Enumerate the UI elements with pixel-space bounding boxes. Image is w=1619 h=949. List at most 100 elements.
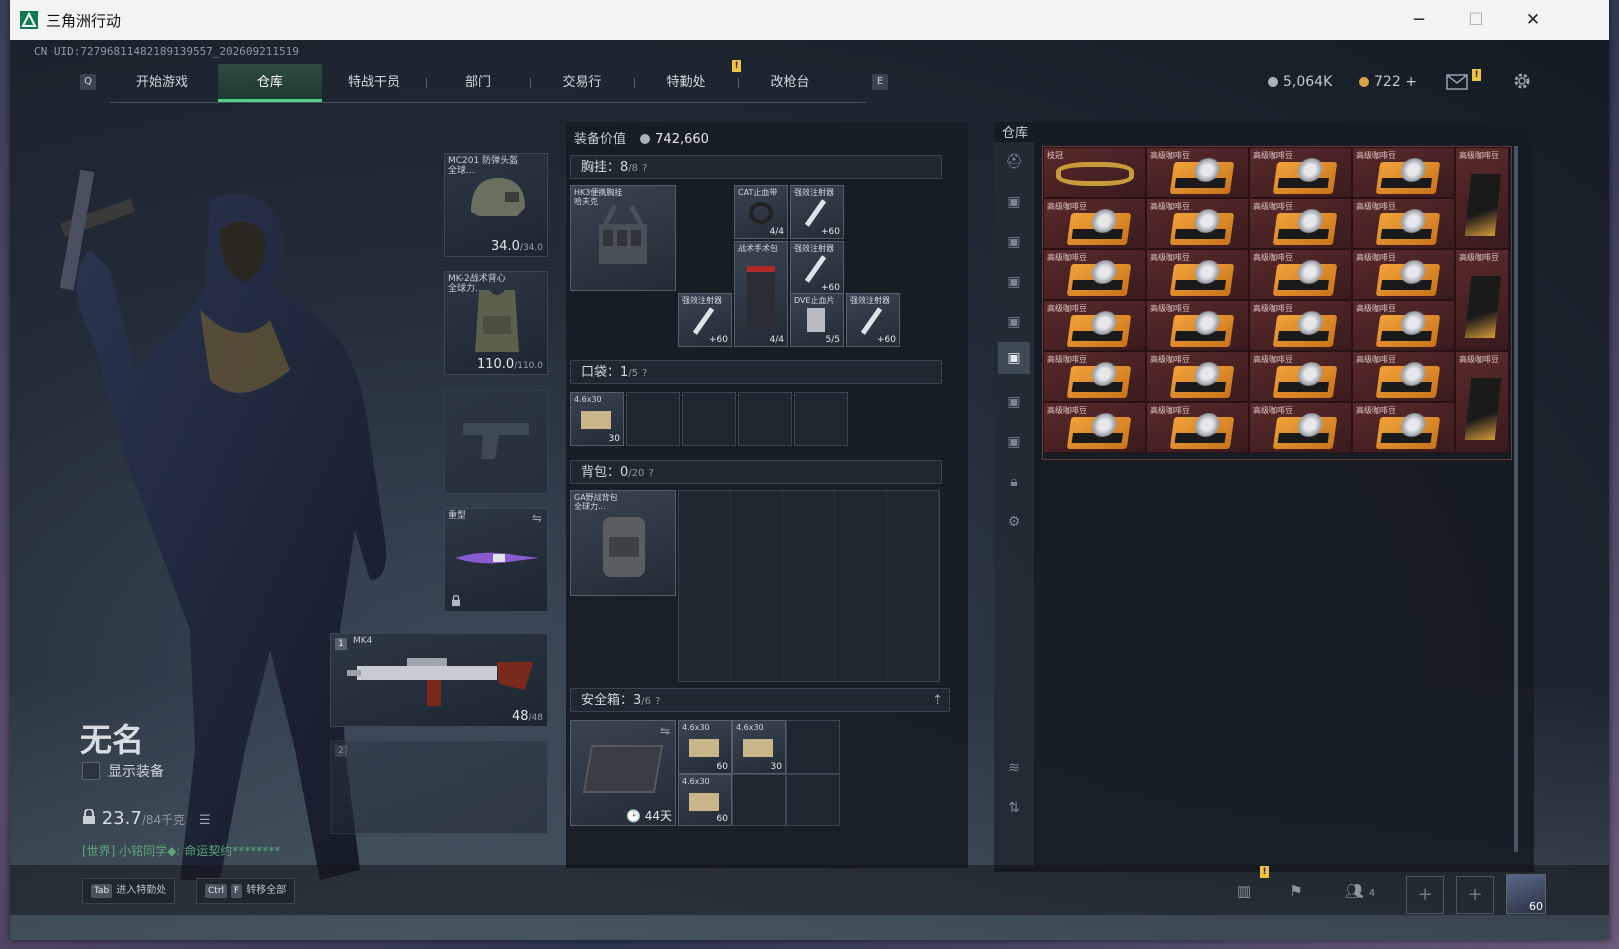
pocket-cell[interactable] xyxy=(626,392,680,446)
stash-item[interactable]: 高级咖啡豆 xyxy=(1146,300,1249,351)
settings-gear-icon[interactable] xyxy=(1512,71,1532,91)
stash-item[interactable]: 枝冠 xyxy=(1043,147,1146,198)
stash-item[interactable]: 高级咖啡豆 xyxy=(1146,249,1249,300)
tourniquet-item[interactable]: CAT止血带 4/4 xyxy=(734,185,788,239)
injector-item[interactable]: 强效注射器 +60 xyxy=(846,293,900,347)
injector-item[interactable]: 强效注射器 +60 xyxy=(790,185,844,239)
stash-item[interactable]: 高级咖啡豆 xyxy=(1352,198,1455,249)
stash-item[interactable]: 高级咖啡豆 xyxy=(1249,249,1352,300)
nav-prev-key[interactable]: Q xyxy=(80,74,96,90)
pocket-cell[interactable] xyxy=(794,392,848,446)
mail-icon[interactable] xyxy=(1446,74,1468,90)
ammo-item[interactable]: 4.6x30 30 xyxy=(570,392,624,446)
help-icon[interactable]: ? xyxy=(642,163,647,174)
hemostatic-item[interactable]: DVE止血片 5/5 xyxy=(790,293,844,347)
stash-item[interactable]: 高级咖啡豆 xyxy=(1455,147,1509,249)
ammo-item[interactable]: 4.6x30 30 xyxy=(732,720,786,774)
backpack-grid[interactable] xyxy=(678,490,940,682)
safebox-cell[interactable] xyxy=(786,774,840,826)
stash-item[interactable]: 高级咖啡豆 xyxy=(1352,300,1455,351)
sort-icon[interactable]: ⇅ xyxy=(1004,798,1024,818)
stash-item[interactable]: 高级咖啡豆 xyxy=(1352,402,1455,453)
gear-icon[interactable]: ⚙ xyxy=(1004,512,1024,532)
party-slot-add[interactable]: + xyxy=(1406,876,1444,914)
safebox-cell[interactable] xyxy=(786,720,840,774)
tab-gunsmith[interactable]: 改枪台 xyxy=(738,64,842,102)
pistol-slot[interactable] xyxy=(444,390,548,494)
stash-item[interactable]: 高级咖啡豆 xyxy=(1043,198,1146,249)
ammo-item[interactable]: 4.6x30 60 xyxy=(678,774,732,826)
show-equipment-checkbox[interactable] xyxy=(82,762,100,780)
stash-item[interactable]: 高级咖啡豆 xyxy=(1249,198,1352,249)
bag-icon[interactable]: ▣ xyxy=(1004,192,1024,212)
stash-item[interactable]: 高级咖啡豆 xyxy=(1146,198,1249,249)
lock-icon[interactable]: 🔒︎ xyxy=(1004,472,1024,492)
help-icon[interactable]: ? xyxy=(655,696,660,707)
stash-item[interactable]: 高级咖啡豆 xyxy=(1249,300,1352,351)
safebox-cell[interactable] xyxy=(732,774,786,826)
stash-item[interactable]: 高级咖啡豆 xyxy=(1455,249,1509,351)
tab-start-game[interactable]: 开始游戏 xyxy=(110,64,214,102)
layers-icon[interactable]: ≋ xyxy=(1004,758,1024,778)
help-icon[interactable]: ? xyxy=(642,368,647,379)
tab-special-ops[interactable]: 特勤处 xyxy=(634,64,738,102)
secondary-weapon-slot[interactable]: 2 xyxy=(330,740,548,834)
close-button[interactable]: ✕ xyxy=(1504,0,1562,40)
injector-item[interactable]: 强效注射器 +60 xyxy=(790,241,844,295)
help-icon[interactable]: ? xyxy=(649,468,654,479)
stash-item[interactable]: 高级咖啡豆 xyxy=(1249,402,1352,453)
bag-icon[interactable]: ▣ xyxy=(1004,272,1024,292)
primary-weapon-slot[interactable]: 1 MK4 48/48 xyxy=(330,633,548,727)
stash-item[interactable]: 高级咖啡豆 xyxy=(1249,351,1352,402)
safebox-item[interactable]: ⇋ 🕑 44天 xyxy=(570,720,676,826)
pocket-cell[interactable] xyxy=(682,392,736,446)
transfer-all-hint[interactable]: Ctrl F 转移全部 xyxy=(196,878,296,904)
chest-rig-item[interactable]: HK3便携胸挂 哈夫克 xyxy=(570,185,676,291)
bag-icon[interactable]: ▣ xyxy=(1004,432,1024,452)
melee-slot[interactable]: 重型 ⇋ xyxy=(444,508,548,612)
nav-next-key[interactable]: E xyxy=(872,74,888,90)
stash-item[interactable]: 高级咖啡豆 xyxy=(1043,351,1146,402)
pocket-cell[interactable] xyxy=(738,392,792,446)
world-chat-line[interactable]: [世界] 小铭同学◆: 命运契约******** xyxy=(82,842,280,859)
minimize-button[interactable]: ─ xyxy=(1390,0,1448,40)
pin-icon[interactable]: ⇡ xyxy=(932,689,943,713)
stash-item[interactable]: 高级咖啡豆 xyxy=(1352,249,1455,300)
injector-item[interactable]: 强效注射器 +60 xyxy=(678,293,732,347)
stash-item[interactable]: 高级咖啡豆 xyxy=(1043,300,1146,351)
swap-icon[interactable]: ⇋ xyxy=(660,724,670,738)
stash-item[interactable]: 高级咖啡豆 xyxy=(1043,402,1146,453)
tab-trade[interactable]: 交易行 xyxy=(530,64,634,102)
enter-special-ops-hint[interactable]: Tab 进入特勤处 xyxy=(82,878,176,904)
party-slot-add[interactable]: + xyxy=(1456,876,1494,914)
tab-operators[interactable]: 特战干员 xyxy=(322,64,426,102)
player-avatar[interactable]: 60 xyxy=(1506,874,1546,914)
bag-icon[interactable]: ▣ xyxy=(1004,392,1024,412)
bag-icon[interactable]: ▣ xyxy=(1004,232,1024,252)
tab-department[interactable]: 部门 xyxy=(426,64,530,102)
backpack-item[interactable]: GA野战背包 全球力... xyxy=(570,490,676,596)
stash-item[interactable]: 高级咖啡豆 xyxy=(1352,147,1455,198)
add-gold-button[interactable]: + xyxy=(1405,74,1417,90)
surgery-kit-item[interactable]: 战术手术包 4/4 xyxy=(734,241,788,347)
tab-warehouse[interactable]: 仓库 xyxy=(218,64,322,102)
stash-item[interactable]: 高级咖啡豆 xyxy=(1146,147,1249,198)
helmet-icon[interactable]: ⛑ xyxy=(1004,152,1024,172)
stash-item[interactable]: 高级咖啡豆 xyxy=(1455,351,1509,453)
stash-item[interactable]: 高级咖啡豆 xyxy=(1146,402,1249,453)
friends-icon[interactable]: 👥︎ 4 xyxy=(1340,882,1380,902)
bag-icon[interactable]: ▣ xyxy=(998,342,1030,374)
flag-icon[interactable]: ⚑ xyxy=(1286,882,1306,902)
swap-icon[interactable]: ⇋ xyxy=(532,511,542,525)
stash-item[interactable]: 高级咖啡豆 xyxy=(1352,351,1455,402)
helmet-slot[interactable]: MC201 防弹头盔 全球... 34.0/34.0 xyxy=(444,153,548,257)
list-icon[interactable]: ☰ xyxy=(199,813,211,828)
stash-item[interactable]: 高级咖啡豆 xyxy=(1043,249,1146,300)
stash-item[interactable]: 高级咖啡豆 xyxy=(1249,147,1352,198)
armor-slot[interactable]: MK-2战术背心 全球力... 110.0/110.0 xyxy=(444,271,548,375)
bag-icon[interactable]: ▣ xyxy=(1004,312,1024,332)
ammo-item[interactable]: 4.6x30 60 xyxy=(678,720,732,774)
gold-currency[interactable]: 722 + xyxy=(1359,74,1417,90)
stash-scrollbar[interactable] xyxy=(1514,146,1518,852)
maximize-button[interactable]: ☐ xyxy=(1447,0,1505,40)
